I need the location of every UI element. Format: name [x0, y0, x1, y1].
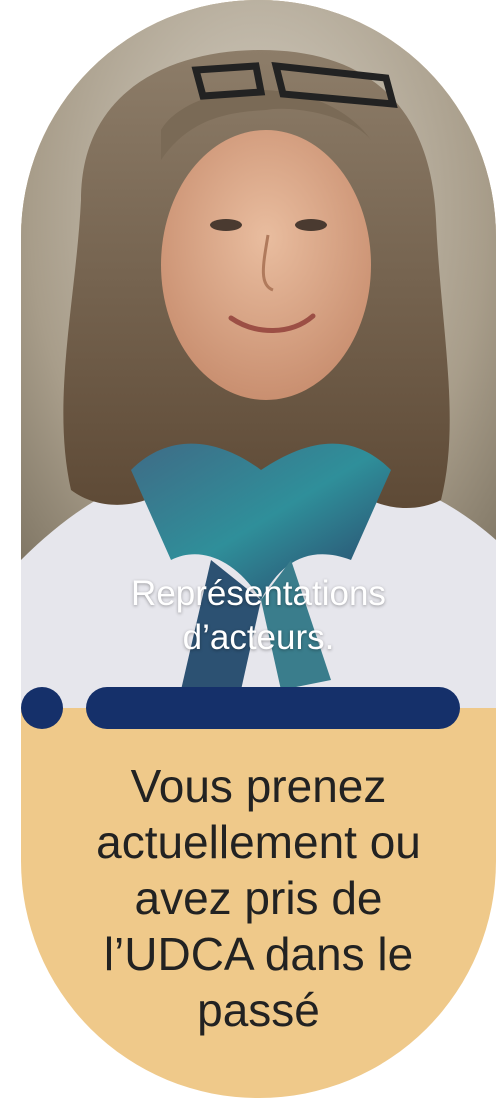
headline-line-3: avez pris de	[134, 872, 383, 924]
photo-caption: Représentations d’acteurs.	[21, 572, 496, 660]
decorative-dot	[21, 687, 63, 729]
headline-text: Vous prenez actuellement ou avez pris de…	[31, 758, 486, 1038]
info-card: Représentations d’acteurs. Vous prenez a…	[21, 0, 496, 1098]
headline-line-5: passé	[197, 984, 320, 1036]
headline-line-1: Vous prenez	[130, 760, 387, 812]
headline-line-2: actuellement ou	[96, 816, 421, 868]
decorative-bar	[86, 687, 460, 729]
caption-line-2: d’acteurs.	[182, 618, 335, 657]
caption-line-1: Représentations	[131, 574, 386, 613]
headline-line-4: l’UDCA dans le	[103, 928, 414, 980]
